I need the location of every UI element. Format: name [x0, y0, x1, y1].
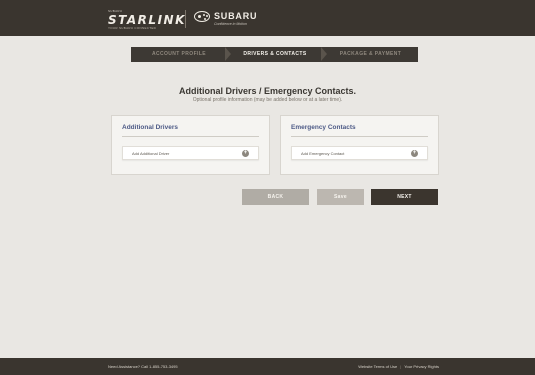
step-drivers-contacts[interactable]: DRIVERS & CONTACTS: [227, 47, 323, 62]
brand-divider: [185, 10, 186, 28]
save-button[interactable]: Save: [317, 189, 364, 205]
panel-title-drivers: Additional Drivers: [122, 124, 178, 131]
next-button[interactable]: NEXT: [371, 189, 438, 205]
top-header: SUBARU STARLINK YOUR SUBARU CONNECTED SU…: [0, 0, 535, 36]
add-contact-label: Add Emergency Contact: [301, 151, 345, 156]
subaru-logo-text: SUBARU: [214, 11, 258, 21]
progress-steps: ACCOUNT PROFILE DRIVERS & CONTACTS PACKA…: [131, 47, 418, 62]
terms-of-use-link[interactable]: Website Terms of Use: [358, 364, 397, 369]
privacy-rights-link[interactable]: Your Privacy Rights: [404, 364, 439, 369]
additional-drivers-panel: Additional Drivers Add Additional Driver…: [111, 115, 270, 175]
add-additional-driver-button[interactable]: Add Additional Driver +: [122, 146, 259, 160]
page-subtitle: Optional profile information (may be add…: [192, 97, 343, 103]
emergency-contacts-panel: Emergency Contacts Add Emergency Contact…: [280, 115, 439, 175]
add-circle-icon[interactable]: +: [242, 150, 249, 157]
starlink-logo[interactable]: STARLINK: [108, 13, 186, 27]
step-package-payment[interactable]: PACKAGE & PAYMENT: [323, 47, 418, 62]
back-button[interactable]: BACK: [242, 189, 309, 205]
footer-links: Website Terms of Use | Your Privacy Rights: [358, 364, 439, 369]
divider: [291, 136, 428, 137]
step-account-profile[interactable]: ACCOUNT PROFILE: [131, 47, 227, 62]
page-title: Additional Drivers / Emergency Contacts.: [178, 86, 357, 96]
divider: [122, 136, 259, 137]
starlink-tagline: YOUR SUBARU CONNECTED: [108, 26, 157, 30]
panel-title-contacts: Emergency Contacts: [291, 124, 356, 131]
subaru-emblem-icon: [194, 11, 210, 22]
add-circle-icon[interactable]: +: [411, 150, 418, 157]
add-driver-label: Add Additional Driver: [132, 151, 170, 156]
footer: Need Assistance? Call 1-855-753-3495 Web…: [0, 358, 535, 375]
subaru-tagline: Confidence in Motion: [214, 22, 247, 26]
add-emergency-contact-button[interactable]: Add Emergency Contact +: [291, 146, 428, 160]
assistance-phone: Need Assistance? Call 1-855-753-3495: [108, 364, 178, 369]
